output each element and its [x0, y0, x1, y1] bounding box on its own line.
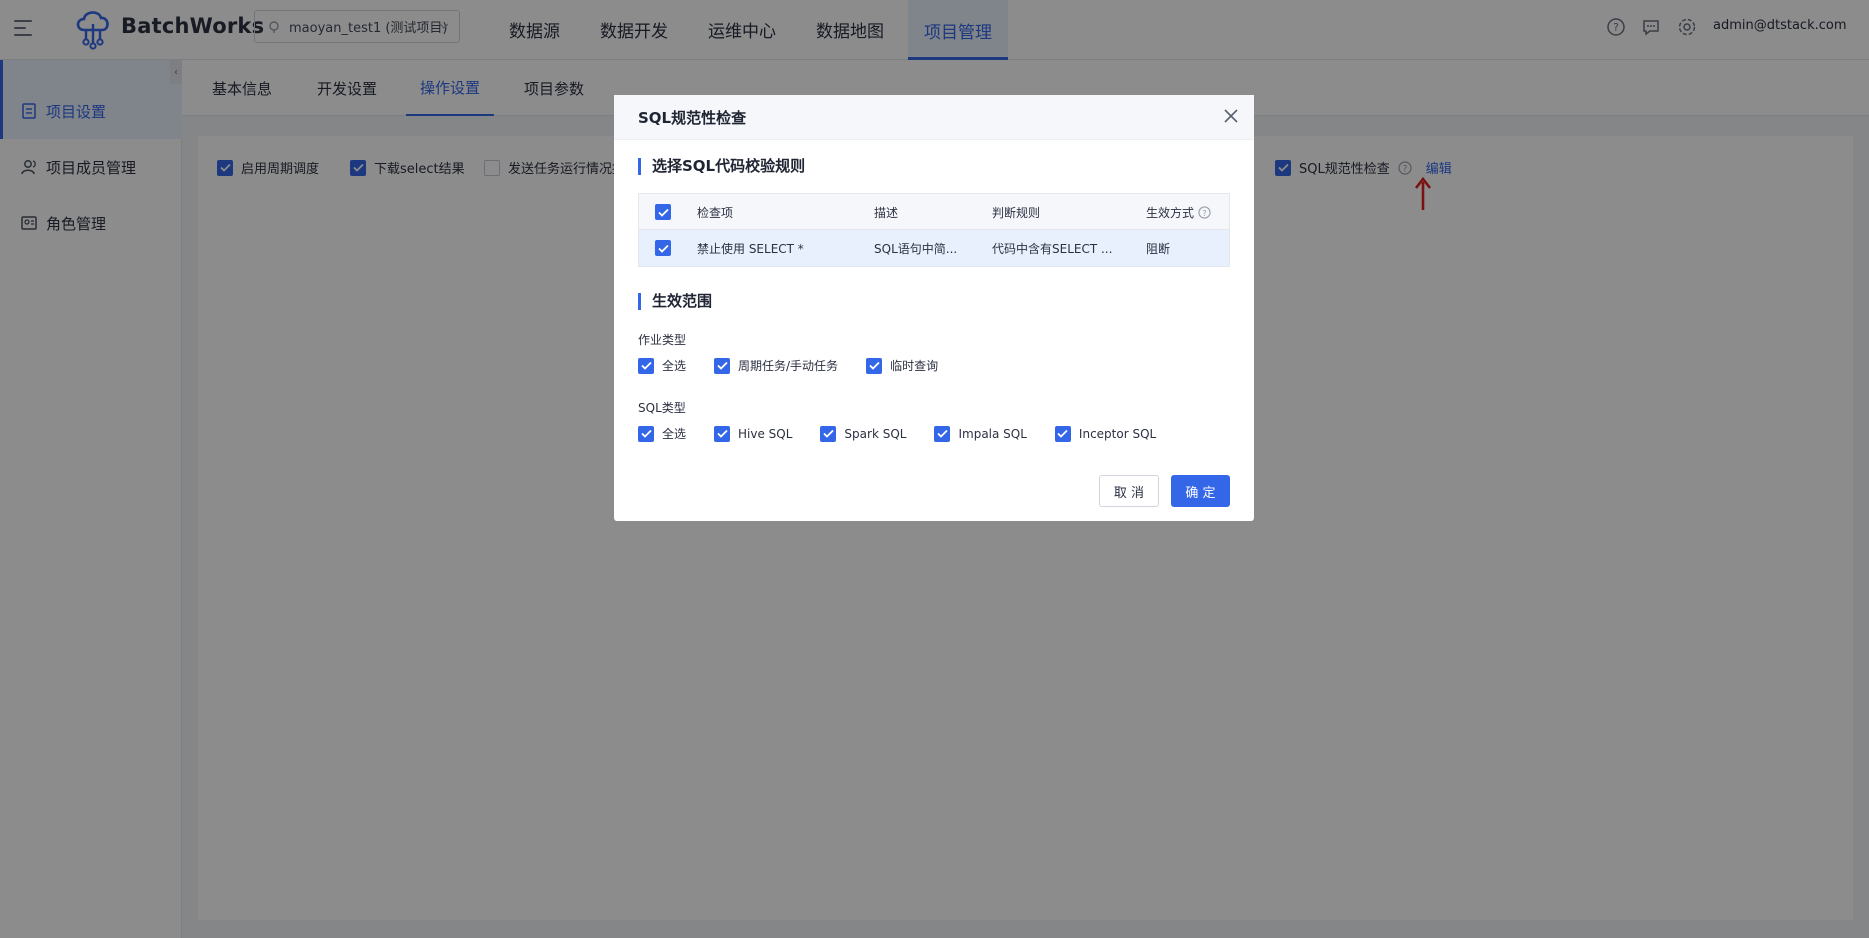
cell-description: SQL语句中简... [874, 241, 958, 256]
table-row[interactable]: 禁止使用 SELECT * SQL语句中简... 代码中含有SELECT ...… [639, 230, 1229, 266]
modal-title: SQL规范性检查 [614, 95, 1254, 140]
table-header-row: 检查项 描述 判断规则 生效方式 ? [639, 194, 1229, 230]
section-title-scope: 生效范围 [638, 293, 712, 310]
row-checkbox[interactable] [655, 240, 671, 256]
checkbox[interactable] [638, 357, 654, 374]
column-header: 判断规则 [992, 205, 1041, 220]
column-header: 生效方式 [1146, 205, 1195, 220]
checkbox[interactable] [714, 425, 731, 442]
checkbox[interactable] [820, 425, 837, 442]
option-label: Hive SQL [738, 426, 793, 441]
confirm-button[interactable]: 确 定 [1171, 475, 1230, 507]
option-label: 全选 [662, 427, 687, 441]
job-type-periodic[interactable]: 周期任务/手动任务 [714, 357, 838, 374]
checkbox[interactable] [934, 425, 951, 442]
sql-check-modal: SQL规范性检查 选择SQL代码校验规则 检查项 描述 判断规则 生效方式 ? … [614, 95, 1254, 521]
column-header-mode: 生效方式 ? [1146, 194, 1230, 230]
job-type-all[interactable]: 全选 [638, 357, 686, 374]
sql-type-label: SQL类型 [638, 401, 686, 415]
rules-table: 检查项 描述 判断规则 生效方式 ? 禁止使用 SELECT * SQL语句中简… [638, 193, 1230, 267]
option-label: Spark SQL [844, 426, 907, 441]
cell-rule: 代码中含有SELECT ... [992, 241, 1113, 256]
svg-text:?: ? [1202, 207, 1206, 217]
sql-type-impala[interactable]: Impala SQL [934, 425, 1027, 442]
sql-type-options: 全选 Hive SQL Spark SQL Impala SQL Incepto… [638, 425, 1184, 442]
option-label: Inceptor SQL [1078, 426, 1157, 441]
option-label: 全选 [662, 359, 687, 373]
checkbox[interactable] [866, 357, 883, 374]
job-type-adhoc[interactable]: 临时查询 [866, 357, 938, 374]
option-label: Impala SQL [958, 426, 1027, 441]
option-label: 临时查询 [890, 359, 939, 373]
cell-check-item: 禁止使用 SELECT * [697, 241, 804, 256]
sql-type-inceptor[interactable]: Inceptor SQL [1054, 425, 1157, 442]
select-all-checkbox[interactable] [655, 204, 671, 220]
column-header: 描述 [874, 205, 899, 220]
checkbox[interactable] [714, 357, 731, 374]
sql-type-hive[interactable]: Hive SQL [714, 425, 793, 442]
section-title-rules: 选择SQL代码校验规则 [638, 158, 805, 175]
checkbox[interactable] [1054, 425, 1071, 442]
sql-type-all[interactable]: 全选 [638, 425, 686, 442]
job-type-options: 全选 周期任务/手动任务 临时查询 [638, 357, 966, 374]
close-icon[interactable] [1222, 107, 1240, 125]
column-header: 检查项 [697, 205, 734, 220]
option-label: 周期任务/手动任务 [738, 359, 839, 373]
help-icon[interactable]: ? [1198, 205, 1211, 219]
cell-mode: 阻断 [1146, 241, 1171, 256]
cancel-button[interactable]: 取 消 [1099, 475, 1159, 507]
job-type-label: 作业类型 [638, 333, 687, 347]
sql-type-spark[interactable]: Spark SQL [820, 425, 907, 442]
checkbox[interactable] [638, 425, 654, 442]
